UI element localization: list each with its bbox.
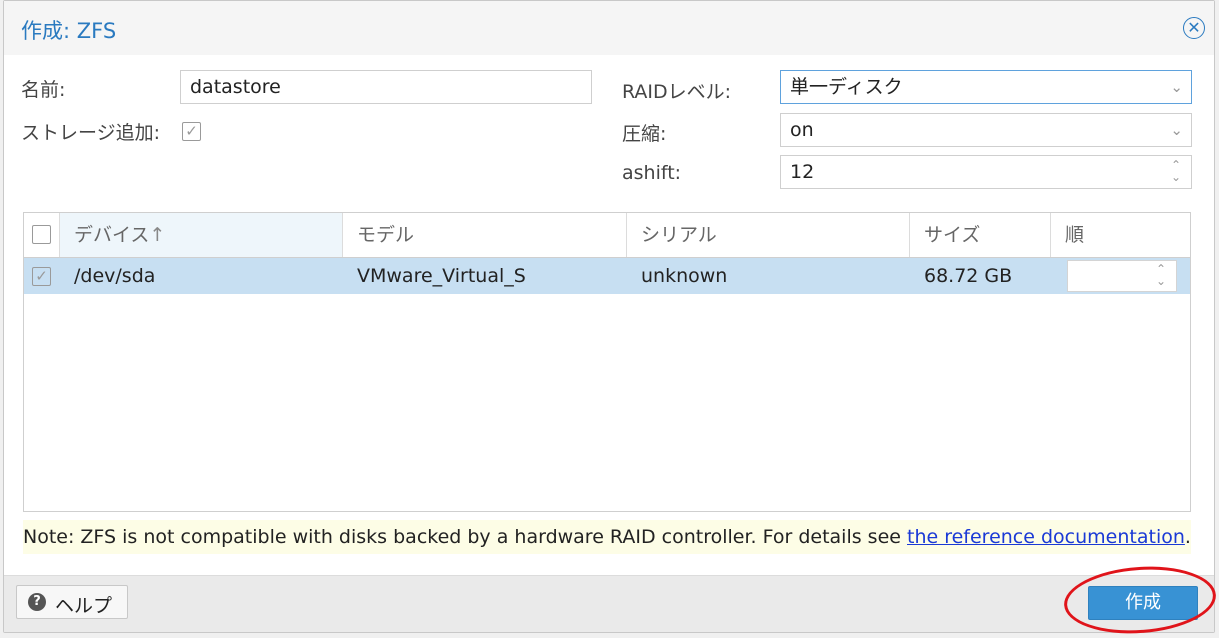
order-input[interactable]: ⌃ ⌄ — [1067, 260, 1177, 292]
spinner-icon[interactable]: ⌃ ⌄ — [1171, 159, 1181, 183]
question-icon: ? — [28, 593, 46, 611]
add-storage-checkbox[interactable]: ✓ — [182, 122, 201, 141]
raid-level-label: RAIDレベル: — [622, 81, 732, 103]
row-checkbox[interactable]: ✓ — [32, 267, 51, 286]
column-header-serial-label: シリアル — [641, 224, 717, 246]
column-header-model[interactable]: モデル — [343, 213, 627, 257]
ashift-value: 12 — [790, 161, 815, 183]
spinner-icon[interactable]: ⌃ ⌄ — [1156, 263, 1166, 287]
compression-value: on — [790, 119, 814, 141]
select-all-cell[interactable] — [24, 213, 60, 257]
raid-level-value: 単一ディスク — [790, 76, 903, 98]
column-header-size-label: サイズ — [924, 224, 981, 246]
note-suffix: . — [1184, 526, 1191, 548]
add-storage-label: ストレージ追加: — [21, 122, 161, 144]
raid-level-select[interactable]: 単一ディスク ⌄ — [780, 70, 1192, 104]
dialog-titlebar[interactable]: 作成: ZFS ✕ — [4, 1, 1214, 55]
table-row[interactable]: ✓ /dev/sda VMware_Virtual_S unknown 68.7… — [24, 258, 1190, 294]
compression-label: 圧縮: — [622, 123, 667, 145]
column-header-device-label: デバイス — [74, 224, 150, 246]
column-header-device[interactable]: デバイス↑ — [60, 213, 343, 257]
column-header-order-label: 順 — [1065, 224, 1085, 246]
create-button[interactable]: 作成 — [1088, 586, 1198, 620]
select-all-checkbox[interactable] — [32, 225, 51, 244]
column-header-serial[interactable]: シリアル — [627, 213, 910, 257]
device-cell: /dev/sda — [74, 265, 156, 287]
close-icon[interactable]: ✕ — [1183, 17, 1205, 39]
ashift-label: ashift: — [622, 162, 682, 184]
note-text: Note: ZFS is not compatible with disks b… — [23, 526, 907, 548]
ashift-spinner-field[interactable]: 12 ⌃ ⌄ — [780, 155, 1192, 189]
model-cell: VMware_Virtual_S — [357, 265, 526, 287]
column-header-size[interactable]: サイズ — [910, 213, 1051, 257]
dialog-title: 作成: ZFS — [21, 19, 117, 43]
size-cell: 68.72 GB — [924, 265, 1013, 287]
create-zfs-dialog: 作成: ZFS ✕ 名前: datastore ストレージ追加: ✓ RAIDレ… — [3, 0, 1215, 633]
dialog-footer: ? ヘルプ 作成 — [4, 575, 1214, 632]
sort-asc-icon: ↑ — [149, 224, 166, 246]
column-header-order[interactable]: 順 — [1051, 213, 1190, 257]
zfs-note: Note: ZFS is not compatible with disks b… — [23, 520, 1191, 554]
disk-grid: デバイス↑ モデル シリアル サイズ 順 ✓ /dev/sda VMware_V… — [23, 212, 1191, 512]
name-input[interactable]: datastore — [180, 70, 592, 104]
column-header-model-label: モデル — [357, 224, 415, 246]
compression-select[interactable]: on ⌄ — [780, 113, 1192, 147]
grid-header: デバイス↑ モデル シリアル サイズ 順 — [24, 213, 1190, 258]
name-label: 名前: — [21, 79, 66, 101]
name-input-value: datastore — [190, 76, 281, 98]
help-button-label: ヘルプ — [55, 595, 113, 617]
chevron-down-icon[interactable]: ⌄ — [1170, 71, 1183, 103]
serial-cell: unknown — [641, 265, 728, 287]
chevron-down-icon[interactable]: ⌄ — [1170, 114, 1183, 146]
help-button[interactable]: ? ヘルプ — [16, 585, 128, 619]
reference-documentation-link[interactable]: the reference documentation — [907, 526, 1185, 548]
